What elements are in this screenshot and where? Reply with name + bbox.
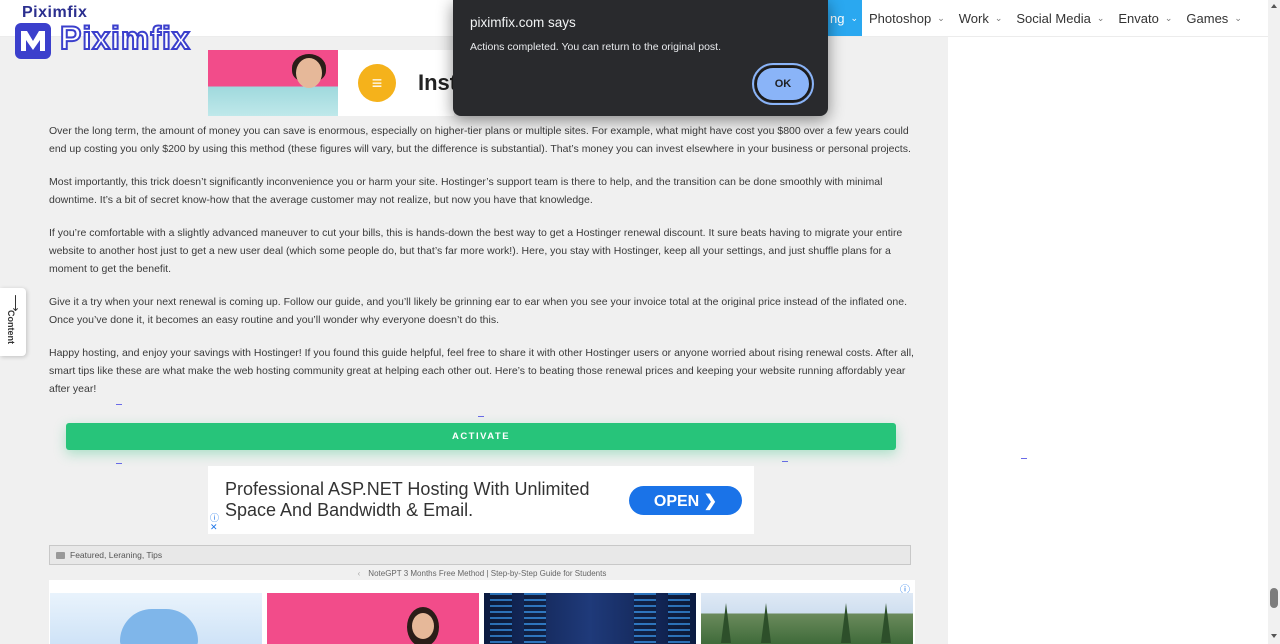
divider xyxy=(116,463,122,464)
chevron-left-icon: ‹ xyxy=(357,569,361,578)
ad-text-line: Professional ASP.NET Hosting With Unlimi… xyxy=(225,479,590,499)
nav-item-games[interactable]: Games ⌄ xyxy=(1179,0,1248,36)
post-navigation: ‹ NoteGPT 3 Months Free Method | Step-by-… xyxy=(49,569,915,578)
ad-headline: Inst xyxy=(418,70,454,95)
thumbnail-person-face xyxy=(412,613,434,639)
tree xyxy=(881,603,891,643)
chevron-down-icon: ⌄ xyxy=(850,12,859,23)
chevron-down-icon: ⌄ xyxy=(937,12,945,23)
ok-button[interactable]: OK xyxy=(752,63,814,105)
article-paragraph: Most importantly, this trick doesn’t sig… xyxy=(49,176,883,206)
content-side-tab[interactable]: ⟶ Content xyxy=(0,288,26,356)
tree xyxy=(841,603,851,643)
alert-dialog: piximfix.com says Actions completed. You… xyxy=(453,0,828,116)
post-tags-bar: Featured, Leraning, Tips xyxy=(49,545,911,565)
main-nav: ng ⌄ Photoshop ⌄ Work ⌄ Social Media ⌄ Envat… xyxy=(822,0,1249,36)
thumbnail-cloud[interactable] xyxy=(50,593,262,644)
nav-item-label: Photoshop xyxy=(869,10,932,26)
ad-text-line: Space And Bandwidth & Email. xyxy=(225,500,474,520)
server-rack xyxy=(634,593,656,644)
nav-item-work[interactable]: Work ⌄ xyxy=(952,0,1010,36)
dialog-title: piximfix.com says xyxy=(470,15,576,30)
post-tags[interactable]: Featured, Leraning, Tips xyxy=(70,550,162,560)
nav-item-label: Envato xyxy=(1118,10,1159,26)
scroll-up-arrow-icon[interactable] xyxy=(1271,4,1277,8)
ad-close-icon[interactable]: ✕ xyxy=(210,522,218,533)
thumbnail-person[interactable] xyxy=(267,593,479,644)
article-body: Over the long term, the amount of money … xyxy=(49,122,915,413)
logo-text: Piximfix xyxy=(59,19,191,57)
related-ads-strip: ⓘ xyxy=(49,580,915,644)
open-ad-button[interactable]: OPEN ❯ xyxy=(629,486,742,515)
nav-item-envato[interactable]: Envato ⌄ xyxy=(1111,0,1179,36)
page-scrollbar[interactable] xyxy=(1268,0,1280,644)
divider xyxy=(116,404,122,405)
activate-button[interactable]: ACTIVATE xyxy=(66,423,896,450)
chevron-down-icon: ⌄ xyxy=(1234,12,1242,23)
article-paragraph: Happy hosting, and enjoy your savings wi… xyxy=(49,347,914,395)
chevron-down-icon: ⌄ xyxy=(1164,12,1173,23)
article-paragraph: Over the long term, the amount of money … xyxy=(49,125,911,155)
server-rack xyxy=(524,593,546,644)
nav-item-photoshop[interactable]: Photoshop ⌄ xyxy=(862,0,952,36)
coin-icon: ≡ xyxy=(358,64,396,102)
divider xyxy=(1021,458,1027,459)
site-logo[interactable]: Piximfix Piximfix xyxy=(14,4,214,64)
divider xyxy=(782,461,788,462)
chevron-down-icon: ⌄ xyxy=(1096,12,1105,23)
nav-item-label: Games xyxy=(1186,10,1229,26)
folder-icon xyxy=(56,551,65,559)
nav-item-active[interactable]: ng ⌄ xyxy=(822,0,863,36)
chevron-down-icon: ⌄ xyxy=(994,12,1003,23)
cloud-icon xyxy=(120,609,198,644)
ad-text: Professional ASP.NET Hosting With Unlimi… xyxy=(225,479,590,521)
logo-icon xyxy=(15,23,51,59)
nav-item-label: Work xyxy=(958,10,989,26)
article-paragraph: Give it a try when your next renewal is … xyxy=(49,296,907,326)
thumbnail-landscape[interactable] xyxy=(701,593,913,644)
server-rack xyxy=(490,593,512,644)
top-ad-banner[interactable]: ≡ Inst xyxy=(208,50,454,116)
nav-item-label: Social Media xyxy=(1016,10,1091,26)
divider xyxy=(478,416,484,417)
thumbnail-server-room[interactable] xyxy=(484,593,696,644)
server-rack xyxy=(668,593,690,644)
previous-post-link[interactable]: NoteGPT 3 Months Free Method | Step-by-S… xyxy=(368,569,606,578)
content-tab-label: Content xyxy=(6,310,16,344)
ad-image-face xyxy=(296,58,322,88)
right-sidebar xyxy=(948,36,1268,644)
scrollbar-thumb[interactable] xyxy=(1270,588,1278,608)
tree xyxy=(721,603,731,643)
scroll-down-arrow-icon[interactable] xyxy=(1271,634,1277,638)
nav-item-label: ng xyxy=(830,10,845,26)
article-paragraph: If you’re comfortable with a slightly ad… xyxy=(49,227,903,275)
hosting-ad-banner[interactable]: Professional ASP.NET Hosting With Unlimi… xyxy=(208,466,754,534)
nav-item-social-media[interactable]: Social Media ⌄ xyxy=(1009,0,1111,36)
tree xyxy=(761,603,771,643)
dialog-message: Actions completed. You can return to the… xyxy=(470,41,721,53)
